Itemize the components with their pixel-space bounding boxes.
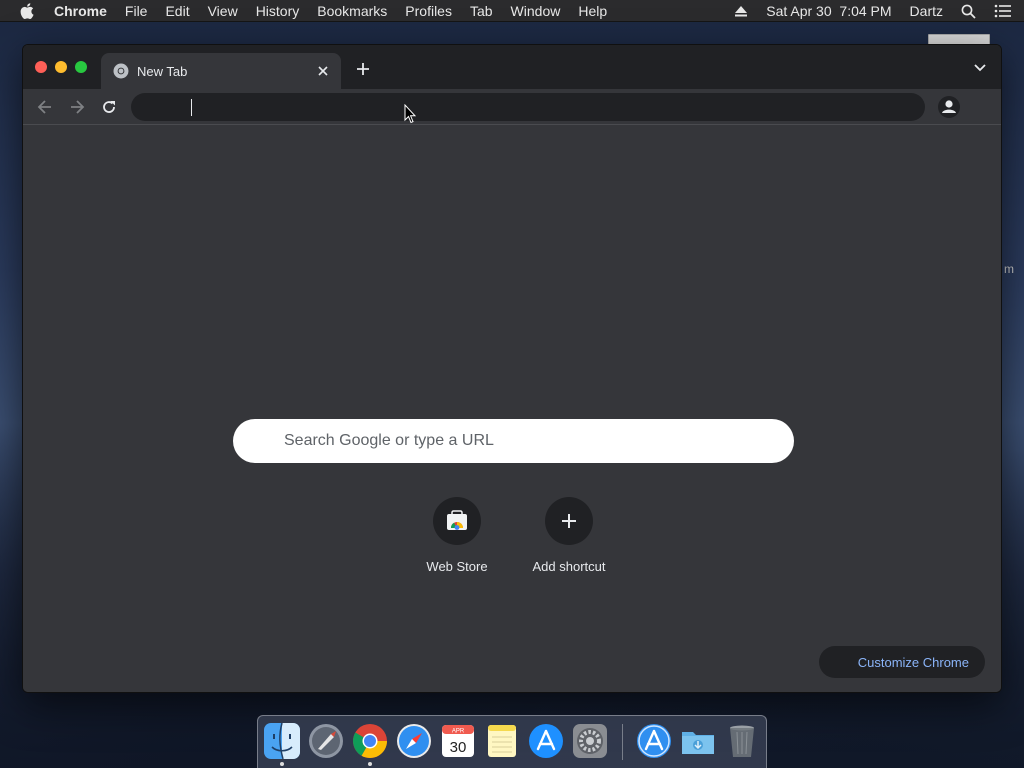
- tab-strip: New Tab: [23, 45, 1001, 89]
- shortcut-add[interactable]: Add shortcut: [513, 497, 625, 574]
- tab-new-tab[interactable]: New Tab: [101, 53, 341, 89]
- finder-icon[interactable]: [263, 722, 301, 760]
- shortcut-web-store[interactable]: Web Store: [401, 497, 513, 574]
- apple-menu-icon[interactable]: [20, 2, 36, 20]
- shortcut-label: Web Store: [426, 559, 488, 574]
- chrome-icon[interactable]: [351, 722, 389, 760]
- calendar-day: 30: [450, 739, 467, 756]
- menu-window[interactable]: Window: [511, 3, 561, 19]
- address-bar[interactable]: [131, 93, 925, 121]
- notification-center-icon[interactable]: [994, 4, 1012, 18]
- dock-separator: [622, 724, 623, 760]
- running-indicator: [368, 762, 372, 766]
- tab-title: New Tab: [137, 63, 188, 79]
- safari-icon[interactable]: [395, 722, 433, 760]
- app-store-icon[interactable]: [527, 722, 565, 760]
- menu-edit[interactable]: Edit: [165, 3, 189, 19]
- webstore-icon: [447, 510, 467, 530]
- spotlight-search-icon[interactable]: [961, 4, 976, 19]
- calendar-month: APR: [452, 729, 465, 735]
- shortcut-tile: [433, 497, 481, 545]
- text-caret: [191, 99, 192, 116]
- calendar-icon[interactable]: APR 30: [439, 722, 477, 760]
- customize-chrome-label: Customize Chrome: [857, 654, 969, 670]
- customize-chrome-button[interactable]: Customize Chrome: [819, 646, 985, 678]
- window-controls: [35, 61, 87, 73]
- new-tab-plus-icon[interactable]: [355, 61, 371, 77]
- menu-tab[interactable]: Tab: [470, 3, 493, 19]
- menu-profiles[interactable]: Profiles: [405, 3, 452, 19]
- back-arrow-icon[interactable]: [37, 99, 53, 115]
- eject-icon[interactable]: [734, 5, 748, 17]
- menu-user[interactable]: Dartz: [910, 3, 943, 19]
- chrome-window: New Tab Search Google or type a URL Web …: [22, 44, 1002, 693]
- notes-icon[interactable]: [483, 722, 521, 760]
- new-tab-page: Search Google or type a URL Web Store Ad…: [23, 125, 1001, 692]
- close-tab-icon[interactable]: [315, 63, 331, 79]
- system-preferences-icon[interactable]: [571, 722, 609, 760]
- plus-icon: [562, 514, 576, 528]
- downloads-folder-icon[interactable]: [679, 722, 717, 760]
- chrome-favicon-icon: [113, 63, 129, 79]
- menu-view[interactable]: View: [208, 3, 238, 19]
- tab-search-chevron-icon[interactable]: [973, 63, 987, 73]
- trash-icon[interactable]: [723, 722, 761, 760]
- menu-bookmarks[interactable]: Bookmarks: [317, 3, 387, 19]
- ntp-search-box[interactable]: Search Google or type a URL: [233, 419, 794, 463]
- shortcut-tile: [545, 497, 593, 545]
- menu-clock[interactable]: Sat Apr 30 7:04 PM: [766, 3, 891, 19]
- reload-icon[interactable]: [101, 99, 117, 115]
- running-indicator: [280, 762, 284, 766]
- menu-file[interactable]: File: [125, 3, 148, 19]
- shortcut-label: Add shortcut: [532, 559, 606, 574]
- profile-avatar-icon[interactable]: [937, 95, 961, 119]
- ntp-search-placeholder: Search Google or type a URL: [284, 432, 494, 449]
- minimize-window-button[interactable]: [55, 61, 67, 73]
- menu-help[interactable]: Help: [578, 3, 607, 19]
- app-store-downloads-icon[interactable]: [635, 722, 673, 760]
- forward-arrow-icon[interactable]: [69, 99, 85, 115]
- toolbar: [23, 89, 1001, 125]
- dock: APR 30: [257, 715, 767, 768]
- close-window-button[interactable]: [35, 61, 47, 73]
- launchpad-icon[interactable]: [307, 722, 345, 760]
- menu-bar: Chrome File Edit View History Bookmarks …: [0, 0, 1024, 22]
- zoom-window-button[interactable]: [75, 61, 87, 73]
- mouse-cursor-icon: [404, 104, 416, 124]
- desktop-file-label[interactable]: m: [1004, 262, 1014, 276]
- menu-app-name[interactable]: Chrome: [54, 3, 107, 19]
- menu-history[interactable]: History: [256, 3, 300, 19]
